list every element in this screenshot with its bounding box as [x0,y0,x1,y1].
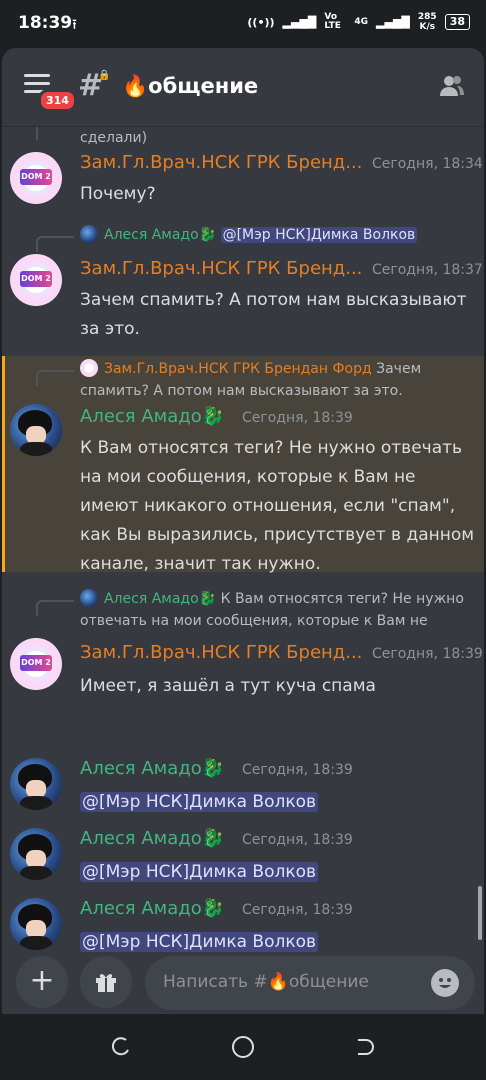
message-list[interactable]: сделали) DOM 2 Зам.Гл.Врач.НСК ГРК Бренд… [2,126,484,956]
system-nav-bar [0,1014,486,1080]
channel-name: общение [148,74,259,98]
net-lte: Vo LTE [324,12,341,31]
net-speed: 285 K/s [418,12,437,32]
lock-icon: 🔒 [98,70,111,81]
battery-indicator: 38 [444,14,470,30]
user-mention[interactable]: @[Мэр НСК]Димка Волков [80,792,319,812]
timestamp: Сегодня, 18:39 [242,410,353,426]
message-input[interactable]: Написать #🔥общение [145,956,475,1010]
author-name[interactable]: Алеся Амадо🐉 [80,828,224,849]
avatar-logo: DOM 2 [20,655,52,671]
gift-button[interactable] [80,956,132,1008]
message-text: К Вам относятся теги? Не нужно отвечать … [80,438,475,574]
message-composer: + Написать #🔥общение [2,956,484,1014]
reply-preview[interactable]: Зам.Гл.Врач.НСК ГРК Брендан Форд Зачем с… [80,358,476,402]
reply-preview[interactable]: Алеся Амадо🐉 К Вам относятся теги? Не ну… [80,588,476,632]
net-4g: 4G [354,17,369,27]
timestamp: Сегодня, 18:39 [372,646,483,662]
status-indicators: ((•)) ▂▄▆█ Vo LTE 4G ▂▄▆█ 285 K/s 38 [247,12,470,32]
avatar-logo: DOM 2 [20,271,52,287]
channel-header: 314 # 🔒 🔥общение [2,48,484,127]
reply-author: Алеся Амадо🐉 [104,591,217,607]
home-icon[interactable] [231,1035,255,1059]
message-text: @[Мэр НСК]Димка Волков [80,928,476,956]
plus-icon: + [29,963,55,998]
reply-spine [36,600,74,616]
status-time: 18:39 [18,13,73,33]
hotspot-icon: ((•)) [247,15,275,29]
scrollbar[interactable] [478,886,482,940]
reply-author: Алеся Амадо🐉 [104,227,217,243]
reply-spine [36,236,74,252]
net-speed-unit: K/s [419,22,436,32]
author-name[interactable]: Зам.Гл.Врач.НСК ГРК Бренд... [80,642,362,663]
message-text: Зачем спамить? А потом нам высказывают з… [80,290,467,339]
timestamp: Сегодня, 18:39 [242,902,353,918]
author-name[interactable]: Алеся Амадо🐉 [80,758,224,779]
avatar[interactable]: DOM 2 [10,254,62,306]
author-name[interactable]: Алеся Амадо🐉 [80,406,224,427]
author-name[interactable]: Алеся Амадо🐉 [80,898,224,919]
signal-icon: ▂▄▆█ [282,15,317,29]
signal-icon-2: ▂▄▆█ [376,15,410,29]
avatar[interactable] [10,404,62,456]
upload-icon: ⭱ [72,17,77,33]
members-icon[interactable] [438,72,466,100]
unread-badge: 314 [38,89,77,112]
avatar[interactable]: DOM 2 [10,638,62,690]
user-mention[interactable]: @[Мэр НСК]Димка Волков [80,862,319,882]
reply-spine [36,126,74,140]
message-input-placeholder: Написать #🔥общение [163,972,369,992]
avatar-logo: DOM 2 [20,169,52,185]
reply-mention: @[Мэр НСК]Димка Волков [220,227,418,243]
status-bar: 18:39 ⭱ ((•)) ▂▄▆█ Vo LTE 4G ▂▄▆█ 285 K/… [0,0,486,48]
timestamp: Сегодня, 18:39 [242,832,353,848]
recent-apps-icon[interactable] [110,1036,132,1058]
author-name[interactable]: Зам.Гл.Врач.НСК ГРК Бренд... [80,258,362,279]
gift-icon [96,974,116,992]
user-mention[interactable]: @[Мэр НСК]Димка Волков [80,932,319,952]
channel-title[interactable]: 🔥общение [122,74,258,99]
avatar[interactable] [10,828,62,880]
reply-spine [36,370,74,386]
avatar[interactable]: DOM 2 [10,152,62,204]
mini-avatar [80,225,98,243]
mini-avatar [80,359,98,377]
timestamp: Сегодня, 18:34 [372,156,483,172]
net-speed-value: 285 [417,12,437,22]
message-text: Почему? [80,184,156,204]
emoji-icon[interactable] [431,969,459,997]
back-icon[interactable] [352,1036,374,1058]
author-name[interactable]: Зам.Гл.Врач.НСК ГРК Бренд... [80,152,362,173]
reply-preview[interactable]: Алеся Амадо🐉 @[Мэр НСК]Димка Волков [80,224,476,246]
fire-emoji: 🔥 [122,74,149,98]
message-text: Имеет, я зашёл а тут куча спама [80,676,376,696]
timestamp: Сегодня, 18:37 [372,262,483,278]
message-text: @[Мэр НСК]Димка Волков [80,788,476,817]
timestamp: Сегодня, 18:39 [242,762,353,778]
avatar[interactable] [10,758,62,810]
chat-screen: 314 # 🔒 🔥общение сделали) DOM 2 Зам.Гл.В… [2,48,484,1014]
avatar[interactable] [10,898,62,950]
reply-author: Зам.Гл.Врач.НСК ГРК Брендан Форд [104,361,372,377]
mini-avatar [80,589,98,607]
message-text: сделали) [80,130,148,146]
message-text: @[Мэр НСК]Димка Волков [80,858,476,887]
add-attachment-button[interactable]: + [16,956,68,1008]
